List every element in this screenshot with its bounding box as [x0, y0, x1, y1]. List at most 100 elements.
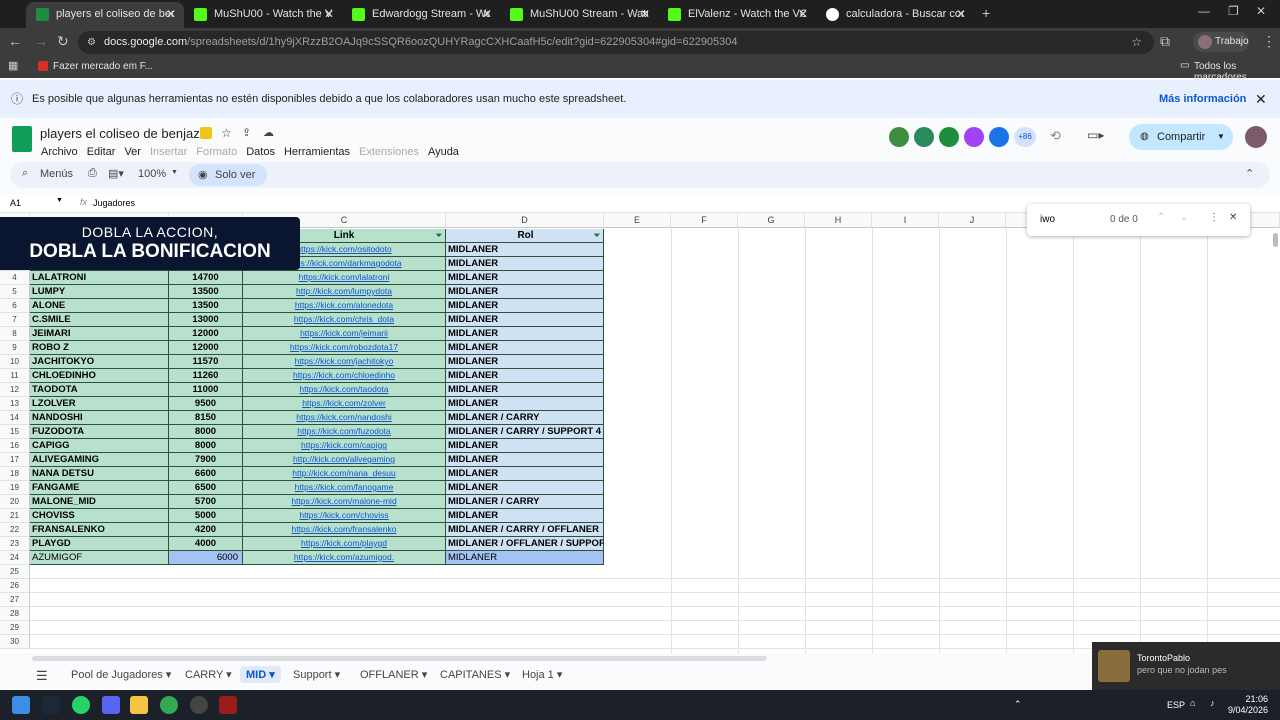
column-header-i[interactable]: I	[872, 213, 939, 228]
player-value-cell[interactable]: 11260	[169, 369, 243, 383]
row-header[interactable]: 15	[0, 425, 30, 439]
player-value-cell[interactable]: 7900	[169, 453, 243, 467]
menu-herramientas[interactable]: Herramientas	[284, 146, 350, 158]
kick-link[interactable]: http://kick.com/lumpydota	[296, 286, 392, 296]
vertical-scrollbar[interactable]	[1273, 233, 1278, 247]
row-header[interactable]: 22	[0, 523, 30, 537]
player-value-cell[interactable]: 14700	[169, 271, 243, 285]
reload-icon[interactable]: ↻	[57, 33, 69, 50]
search-icon[interactable]: ⌕	[22, 167, 28, 180]
empty-row[interactable]	[30, 579, 1280, 593]
menu-formato[interactable]: Formato	[196, 146, 237, 158]
chat-notification[interactable]: TorontoPablo pero que no jodan pes	[1092, 642, 1280, 690]
link-cell[interactable]: https://kick.com/malone-mid	[243, 495, 446, 509]
discord-icon[interactable]	[102, 696, 120, 714]
link-cell[interactable]: https://kick.com/chloedinho	[243, 369, 446, 383]
row-header[interactable]: 7	[0, 313, 30, 327]
player-value-cell[interactable]: 6600	[169, 467, 243, 481]
player-name-cell[interactable]: NANDOSHI	[30, 411, 169, 425]
row-header[interactable]: 5	[0, 285, 30, 299]
role-cell[interactable]: MIDLANER	[446, 453, 604, 467]
network-icon[interactable]: ⌂	[1190, 698, 1195, 708]
link-cell[interactable]: https://kick.com/taodota	[243, 383, 446, 397]
role-cell[interactable]: MIDLANER	[446, 327, 604, 341]
more-options-icon[interactable]: ⋮	[1209, 212, 1219, 223]
clock-time[interactable]: 21:06	[1230, 694, 1268, 704]
column-header-d[interactable]: D	[446, 213, 604, 228]
sheets-logo-icon[interactable]	[12, 126, 32, 152]
player-name-cell[interactable]: C.SMILE	[30, 313, 169, 327]
role-cell[interactable]: MIDLANER	[446, 397, 604, 411]
kick-link[interactable]: https://kick.com/fransalenko	[292, 524, 397, 534]
dota-icon[interactable]	[219, 696, 237, 714]
row-header[interactable]: 25	[0, 565, 30, 579]
sheet-tab-pool[interactable]: Pool de Jugadores ▾	[71, 668, 171, 681]
back-icon[interactable]: ←	[8, 33, 22, 49]
sheet-tab-mid[interactable]: MID ▾	[240, 666, 281, 683]
empty-row[interactable]	[30, 607, 1280, 621]
link-cell[interactable]: https://kick.com/capigg	[243, 439, 446, 453]
kick-link[interactable]: https://kick.com/jeimarii	[300, 328, 388, 338]
empty-row[interactable]	[30, 621, 1280, 635]
view-only-button[interactable]: ◉ Solo ver	[189, 164, 267, 186]
menu-editar[interactable]: Editar	[87, 146, 116, 158]
link-cell[interactable]: https://kick.com/playgd	[243, 537, 446, 551]
chevron-down-icon[interactable]: ⌄	[1180, 212, 1188, 223]
player-value-cell[interactable]: 8000	[169, 439, 243, 453]
player-value-cell[interactable]: 8150	[169, 411, 243, 425]
row-header[interactable]: 16	[0, 439, 30, 453]
link-cell[interactable]: https://kick.com/fuzodota	[243, 425, 446, 439]
all-sheets-icon[interactable]: ☰	[36, 668, 48, 684]
browser-tab-google[interactable]: calculadora - Buscar con Googl ✕	[816, 2, 974, 28]
player-name-cell[interactable]: FRANSALENKO	[30, 523, 169, 537]
print-icon[interactable]: ⎙	[88, 167, 97, 180]
column-header-g[interactable]: G	[738, 213, 805, 228]
horizontal-scrollbar[interactable]	[32, 656, 767, 661]
kick-link[interactable]: https://kick.com/fuzodota	[297, 426, 391, 436]
history-icon[interactable]: ⟲	[1050, 128, 1061, 144]
bookmark-star-icon[interactable]: ☆	[1131, 31, 1142, 54]
window-close-icon[interactable]: ✕	[1256, 4, 1266, 18]
kick-link[interactable]: https://kick.com/malone-mid	[291, 496, 396, 506]
menu-archivo[interactable]: Archivo	[41, 146, 78, 158]
close-tab-icon[interactable]: ✕	[640, 2, 650, 26]
site-info-icon[interactable]: ⚙	[87, 31, 96, 54]
link-cell[interactable]: https://kick.com/choviss	[243, 509, 446, 523]
kick-link[interactable]: https://kick.com/robozdota17	[290, 342, 398, 352]
kick-link[interactable]: https://kick.com/darkmagodota	[286, 258, 401, 268]
link-cell[interactable]: https://kick.com/fanogame	[243, 481, 446, 495]
browser-tab-kick-1[interactable]: MuShU00 - Watch the VOD on ✕	[184, 2, 342, 28]
player-name-cell[interactable]: ALIVEGAMING	[30, 453, 169, 467]
star-icon[interactable]: ☆	[221, 126, 232, 140]
collaborator-avatar[interactable]	[989, 127, 1009, 147]
player-name-cell[interactable]: TAODOTA	[30, 383, 169, 397]
role-cell[interactable]: MIDLANER	[446, 355, 604, 369]
meet-icon[interactable]: ▭▸	[1087, 128, 1104, 142]
chevron-up-icon[interactable]: ⌃	[1014, 699, 1022, 710]
kick-link[interactable]: https://kick.com/choviss	[299, 510, 388, 520]
player-name-cell[interactable]: CHLOEDINHO	[30, 369, 169, 383]
column-header-f[interactable]: F	[671, 213, 738, 228]
row-header[interactable]: 23	[0, 537, 30, 551]
more-collaborators-badge[interactable]: +86	[1014, 127, 1036, 147]
player-name-cell[interactable]: NANA DETSU	[30, 467, 169, 481]
filter-icon[interactable]: ⏷	[594, 229, 600, 242]
close-tab-icon[interactable]: ✕	[324, 2, 334, 26]
kick-link[interactable]: https://kick.com/ositodoto	[296, 244, 391, 254]
role-cell[interactable]: MIDLANER	[446, 285, 604, 299]
player-value-cell[interactable]: 9500	[169, 397, 243, 411]
language-indicator[interactable]: ESP	[1167, 700, 1185, 710]
role-cell[interactable]: MIDLANER / OFFLANER / SUPPORT	[446, 537, 604, 551]
column-header-j[interactable]: J	[939, 213, 1006, 228]
player-name-cell[interactable]: PLAYGD	[30, 537, 169, 551]
link-cell[interactable]: https://kick.com/alonedota	[243, 299, 446, 313]
windows-start-icon[interactable]	[12, 696, 30, 714]
row-header[interactable]: 28	[0, 607, 30, 621]
role-cell[interactable]: MIDLANER / CARRY	[446, 495, 604, 509]
row-header[interactable]: 21	[0, 509, 30, 523]
role-cell[interactable]: MIDLANER	[446, 271, 604, 285]
find-input[interactable]: iwo	[1040, 214, 1055, 225]
player-name-cell[interactable]: CHOVISS	[30, 509, 169, 523]
link-cell[interactable]: https://kick.com/chris_dota	[243, 313, 446, 327]
link-cell[interactable]: http://kick.com/alivegaming	[243, 453, 446, 467]
